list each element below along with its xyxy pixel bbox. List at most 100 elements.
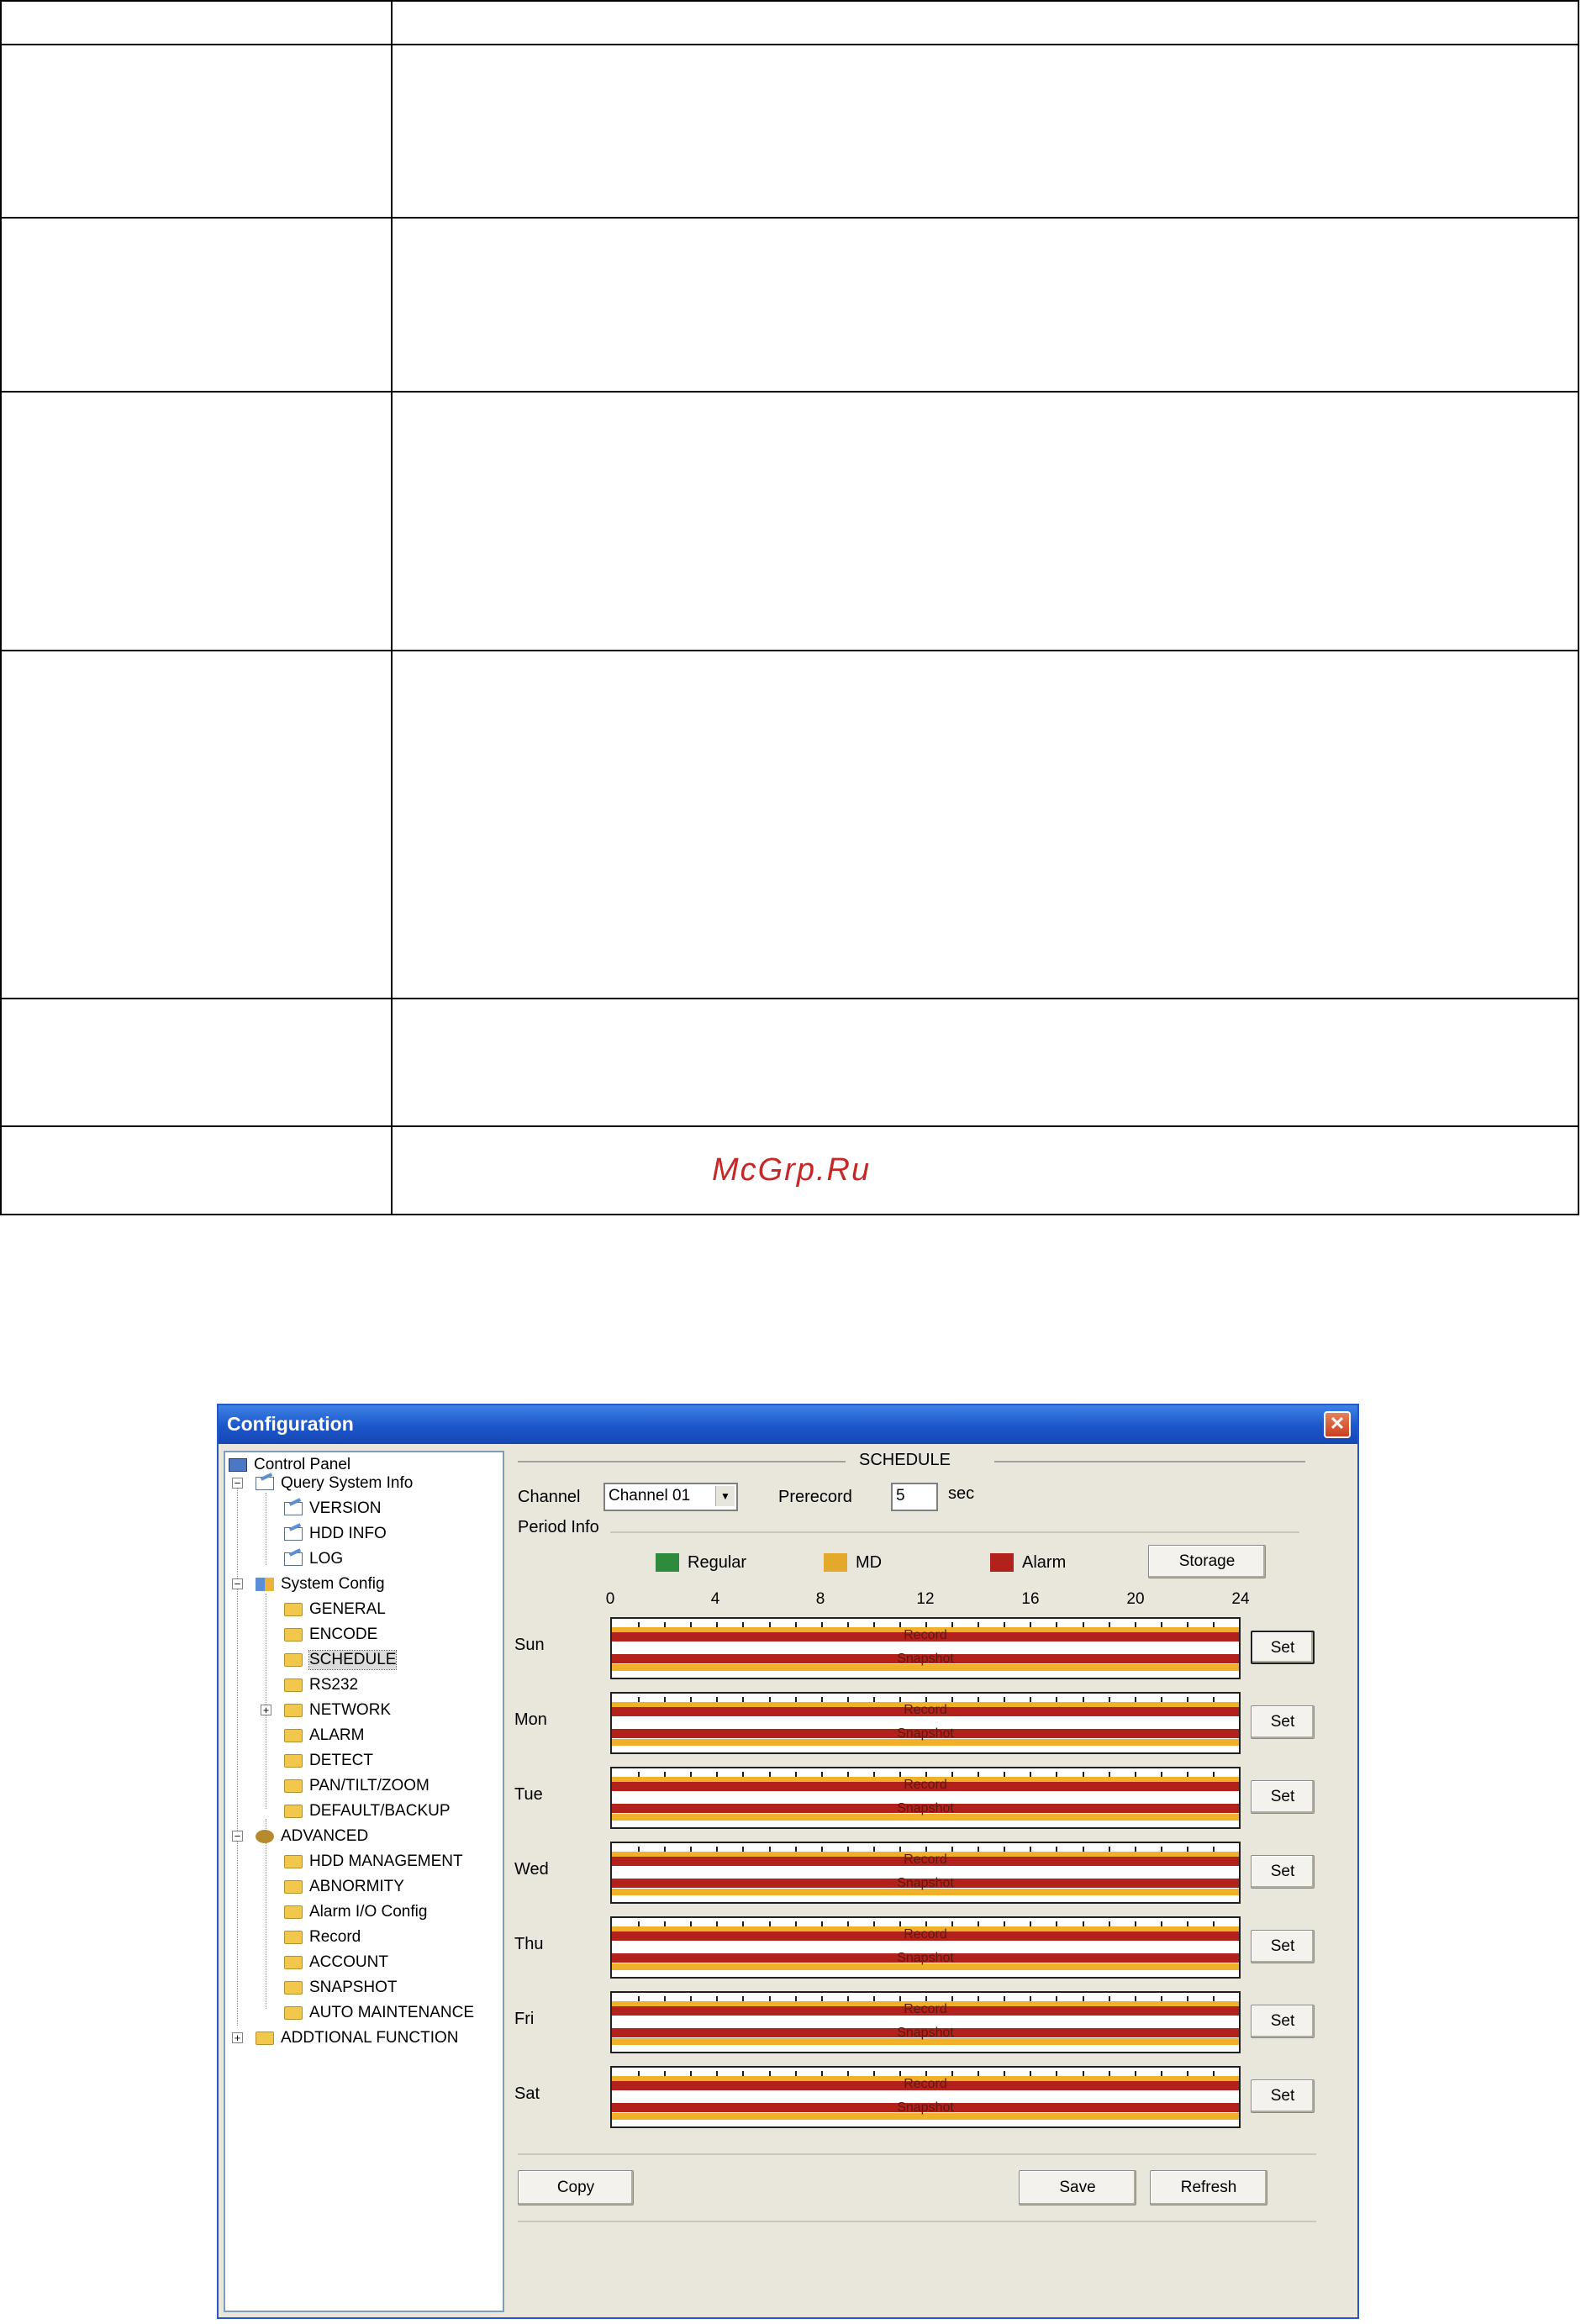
- sec-label: sec: [948, 1484, 975, 1503]
- hour-tick: [742, 1697, 745, 1702]
- table-cell: [0, 0, 393, 45]
- alarm-legend-label: Alarm: [1022, 1553, 1067, 1572]
- channel-select[interactable]: Channel 01 ▼: [603, 1483, 738, 1511]
- hour-tick: [1030, 1847, 1032, 1852]
- tree-item-alarm-io-config[interactable]: Alarm I/O Config: [284, 1901, 427, 1923]
- hour-tick: [1108, 1772, 1110, 1777]
- hour-tick: [690, 1697, 693, 1702]
- notepad-icon: [256, 1477, 274, 1490]
- schedule-bar[interactable]: Record Snapshot: [610, 1767, 1241, 1829]
- tree-label: ABNORMITY: [309, 1878, 404, 1895]
- chevron-down-icon[interactable]: ▼: [715, 1486, 735, 1506]
- hour-tick: [820, 1697, 823, 1702]
- storage-button[interactable]: Storage: [1148, 1545, 1266, 1578]
- hour-tick: [1186, 1921, 1188, 1926]
- tree-label: HDD INFO: [309, 1525, 387, 1542]
- hour-tick: [1004, 1996, 1006, 2001]
- tree-item-record[interactable]: Record: [284, 1926, 361, 1948]
- tree-item-additional-function[interactable]: ADDTIONAL FUNCTION: [256, 2027, 458, 2049]
- hour-tick: [925, 1622, 927, 1627]
- alarm-legend-swatch: [990, 1553, 1014, 1572]
- tree-item-encode[interactable]: ENCODE: [284, 1624, 377, 1646]
- expand-icon[interactable]: +: [261, 1705, 271, 1715]
- schedule-bar[interactable]: Record Snapshot: [610, 1916, 1241, 1979]
- close-button[interactable]: ✕: [1324, 1411, 1351, 1438]
- snapshot-label: Snapshot: [897, 1652, 954, 1666]
- hour-tick: [690, 1996, 693, 2001]
- tree-item-account[interactable]: ACCOUNT: [284, 1952, 388, 1974]
- hour-tick: [951, 1622, 954, 1627]
- hour-tick: [846, 1697, 849, 1702]
- collapse-icon[interactable]: −: [232, 1831, 243, 1842]
- title-bar[interactable]: Configuration ✕: [219, 1405, 1357, 1444]
- schedule-bar[interactable]: Record Snapshot: [610, 1842, 1241, 1904]
- hour-tick: [794, 1847, 797, 1852]
- save-button[interactable]: Save: [1019, 2170, 1136, 2205]
- hour-tick: [872, 2071, 875, 2076]
- hour-tick: [820, 1622, 823, 1627]
- set-button[interactable]: Set: [1251, 1780, 1315, 1814]
- tree-item-version[interactable]: VERSION: [284, 1498, 382, 1520]
- tree-item-hdd-management[interactable]: HDD MANAGEMENT: [284, 1851, 463, 1873]
- tree-item-hdd-info[interactable]: HDD INFO: [284, 1523, 387, 1545]
- period-info-label: Period Info: [518, 1518, 599, 1536]
- schedule-bar[interactable]: Record Snapshot: [610, 1617, 1241, 1679]
- hour-tick-label: 24: [1231, 1590, 1250, 1608]
- tree-label: ACCOUNT: [309, 1953, 388, 1971]
- set-button[interactable]: Set: [1251, 1705, 1315, 1739]
- tree-item-default-backup[interactable]: DEFAULT/BACKUP: [284, 1800, 451, 1822]
- prerecord-label: Prerecord: [778, 1488, 852, 1506]
- schedule-bar[interactable]: Record Snapshot: [610, 2066, 1241, 2128]
- refresh-button[interactable]: Refresh: [1150, 2170, 1267, 2205]
- period-info-rule: [610, 1531, 1299, 1533]
- hour-tick: [1004, 2071, 1006, 2076]
- hour-tick: [1160, 1996, 1162, 2001]
- hour-tick-label: 20: [1126, 1590, 1145, 1608]
- tree-item-rs232[interactable]: RS232: [284, 1674, 358, 1696]
- notepad-icon: [284, 1552, 303, 1566]
- set-button[interactable]: Set: [1251, 1855, 1315, 1889]
- prerecord-input[interactable]: 5: [891, 1483, 938, 1511]
- hour-tick: [1108, 1996, 1110, 2001]
- tree-item-query-system-info[interactable]: Query System Info: [256, 1473, 413, 1494]
- channel-select-value: Channel 01: [609, 1487, 691, 1505]
- regular-legend-swatch: [656, 1553, 679, 1572]
- tree-item-general[interactable]: GENERAL: [284, 1599, 386, 1620]
- set-button[interactable]: Set: [1251, 1631, 1315, 1664]
- tree-item-advanced[interactable]: ADVANCED: [256, 1826, 368, 1847]
- folder-icon: [284, 1931, 303, 1944]
- tree-item-system-config[interactable]: System Config: [256, 1573, 385, 1595]
- hour-tick: [1108, 1921, 1110, 1926]
- set-button[interactable]: Set: [1251, 2005, 1315, 2038]
- hour-tick: [978, 2071, 980, 2076]
- tree-label: PAN/TILT/ZOOM: [309, 1777, 430, 1794]
- set-button[interactable]: Set: [1251, 1930, 1315, 1963]
- tree-item-network[interactable]: NETWORK: [284, 1700, 391, 1721]
- schedule-bar[interactable]: Record Snapshot: [610, 1991, 1241, 2053]
- hour-tick: [716, 1921, 719, 1926]
- collapse-icon[interactable]: −: [232, 1478, 243, 1489]
- schedule-bar[interactable]: Record Snapshot: [610, 1692, 1241, 1754]
- tree-item-snapshot[interactable]: SNAPSHOT: [284, 1977, 398, 1999]
- hour-tick: [1186, 2071, 1188, 2076]
- window-title: Configuration: [227, 1413, 354, 1435]
- hour-tick: [925, 1921, 927, 1926]
- tree-item-auto-maintenance[interactable]: AUTO MAINTENANCE: [284, 2002, 474, 2024]
- tree-item-detect[interactable]: DETECT: [284, 1750, 373, 1772]
- tree-item-schedule[interactable]: SCHEDULE: [284, 1649, 398, 1671]
- folder-icon: [284, 1678, 303, 1692]
- table-cell: [391, 998, 1579, 1127]
- copy-button[interactable]: Copy: [518, 2170, 634, 2205]
- hour-tick: [1134, 2071, 1136, 2076]
- tree-item-pan-tilt-zoom[interactable]: PAN/TILT/ZOOM: [284, 1775, 430, 1797]
- expand-icon[interactable]: +: [232, 2032, 243, 2043]
- folder-icon: [256, 2032, 274, 2045]
- tree-item-log[interactable]: LOG: [284, 1548, 343, 1570]
- folder-icon: [284, 1956, 303, 1969]
- tree-item-alarm[interactable]: ALARM: [284, 1725, 364, 1747]
- collapse-icon[interactable]: −: [232, 1578, 243, 1589]
- open-folder-icon: [284, 1653, 303, 1667]
- set-button[interactable]: Set: [1251, 2079, 1315, 2113]
- tree-item-abnormity[interactable]: ABNORMITY: [284, 1876, 404, 1898]
- close-icon: ✕: [1329, 1413, 1346, 1434]
